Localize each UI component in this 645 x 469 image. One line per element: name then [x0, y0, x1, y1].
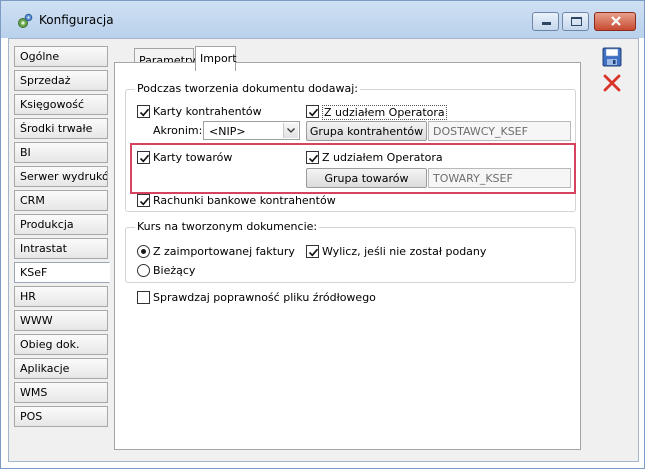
close-button[interactable] — [594, 12, 636, 31]
radio-biezacy[interactable] — [137, 264, 150, 277]
radio-biezacy-label: Bieżący — [153, 264, 196, 277]
group-title: Podczas tworzenia dokumentu dodawaj: — [135, 82, 360, 95]
z-udzialem-operatora-1-label: Z udziałem Operatora — [322, 105, 447, 120]
akronim-label: Akronim: — [153, 124, 203, 137]
gear-icon — [17, 13, 33, 29]
save-icon — [601, 47, 623, 71]
sidebar-item-produkcja[interactable]: Produkcja — [14, 214, 108, 235]
cancel-icon — [601, 74, 623, 97]
window-title: Konfiguracja — [39, 13, 114, 27]
karty-towarow-label: Karty towarów — [153, 151, 233, 164]
karty-kontrahentow-checkbox[interactable] — [137, 105, 150, 118]
sidebar-item-ogolne[interactable]: Ogólne — [14, 46, 108, 67]
sidebar-item-crm[interactable]: CRM — [14, 190, 108, 211]
grupa-towarow-field[interactable]: TOWARY_KSEF — [428, 168, 571, 188]
sidebar-item-label: WMS — [20, 386, 48, 399]
sidebar-item-label: Produkcja — [20, 218, 74, 231]
button-label: Grupa towarów — [324, 172, 409, 185]
sidebar-item-ksiegowosc[interactable]: Księgowość — [14, 94, 108, 115]
radio-dot — [141, 249, 146, 254]
grupa-kontrahentow-button[interactable]: Grupa kontrahentów — [306, 121, 427, 141]
tab-import[interactable]: Import — [195, 46, 237, 71]
sidebar-item-label: Obieg dok. — [20, 338, 80, 351]
sprawdzaj-checkbox[interactable] — [137, 291, 150, 304]
group-title: Kurs na tworzonym dokumencie: — [135, 220, 320, 233]
rachunki-checkbox[interactable] — [137, 194, 150, 207]
sidebar-item-label: POS — [20, 410, 43, 423]
sidebar-item-www[interactable]: WWW — [14, 310, 108, 331]
wylicz-label: Wylicz, jeśli nie został podany — [322, 245, 487, 258]
title-bar: Konfiguracja — [1, 1, 644, 38]
z-udzialem-operatora-1-checkbox[interactable] — [306, 105, 319, 118]
z-udzialem-operatora-2-checkbox[interactable] — [306, 151, 319, 164]
radio-z-zaimportowanej-faktury[interactable] — [137, 245, 150, 258]
maximize-button[interactable] — [562, 12, 589, 31]
sidebar-item-aplikacje[interactable]: Aplikacje — [14, 358, 108, 379]
radio-z-zaimportowanej-faktury-label: Z zaimportowanej faktury — [153, 245, 295, 258]
sidebar-item-ksef[interactable]: KSeF — [14, 262, 110, 283]
sidebar-item-sprzedaz[interactable]: Sprzedaż — [14, 70, 108, 91]
wylicz-checkbox[interactable] — [306, 245, 319, 258]
sidebar-item-intrastat[interactable]: Intrastat — [14, 238, 108, 259]
sidebar-item-label: Serwer wydruków — [20, 170, 108, 183]
akronim-value: <NIP> — [209, 125, 246, 138]
sidebar-item-label: WWW — [20, 314, 53, 327]
save-button[interactable] — [601, 46, 625, 70]
grupa-kontrahentow-field[interactable]: DOSTAWCY_KSEF — [428, 121, 571, 141]
akronim-select[interactable]: <NIP> — [203, 121, 300, 140]
sidebar-item-wms[interactable]: WMS — [14, 382, 108, 403]
minimize-button[interactable] — [532, 12, 559, 31]
sidebar-item-bi[interactable]: BI — [14, 142, 108, 163]
sidebar-item-obieg-dok[interactable]: Obieg dok. — [14, 334, 108, 355]
sidebar-item-label: Aplikacje — [20, 362, 70, 375]
karty-towarow-checkbox[interactable] — [137, 151, 150, 164]
z-udzialem-operatora-2-label: Z udziałem Operatora — [322, 151, 443, 164]
sidebar-item-label: Sprzedaż — [20, 74, 71, 87]
sidebar-item-label: Intrastat — [20, 242, 67, 255]
sidebar-item-pos[interactable]: POS — [14, 406, 108, 427]
close-icon — [610, 15, 622, 30]
sidebar-item-label: HR — [20, 290, 36, 303]
chevron-down-icon — [283, 123, 298, 138]
sidebar-item-label: Ogólne — [20, 50, 60, 63]
sidebar-item-label: Księgowość — [20, 98, 84, 111]
button-label: Grupa kontrahentów — [309, 125, 424, 138]
sprawdzaj-label: Sprawdzaj poprawność pliku źródłowego — [153, 291, 376, 304]
rachunki-label: Rachunki bankowe kontrahentów — [153, 194, 336, 207]
sidebar-item-hr[interactable]: HR — [14, 286, 108, 307]
karty-kontrahentow-label: Karty kontrahentów — [153, 105, 262, 118]
sidebar-item-srodki-trwale[interactable]: Środki trwałe — [14, 118, 108, 139]
cancel-button[interactable] — [601, 72, 625, 96]
sidebar-item-label: CRM — [20, 194, 45, 207]
sidebar-item-label: KSeF — [20, 266, 48, 279]
sidebar-item-label: BI — [20, 146, 31, 159]
sidebar-item-serwer-wydrukow[interactable]: Serwer wydruków — [14, 166, 108, 187]
sidebar-item-label: Środki trwałe — [20, 122, 93, 135]
grupa-towarow-button[interactable]: Grupa towarów — [306, 168, 427, 188]
minimize-icon — [542, 22, 551, 25]
tab-label: Import — [200, 52, 237, 65]
maximize-icon — [571, 17, 582, 26]
